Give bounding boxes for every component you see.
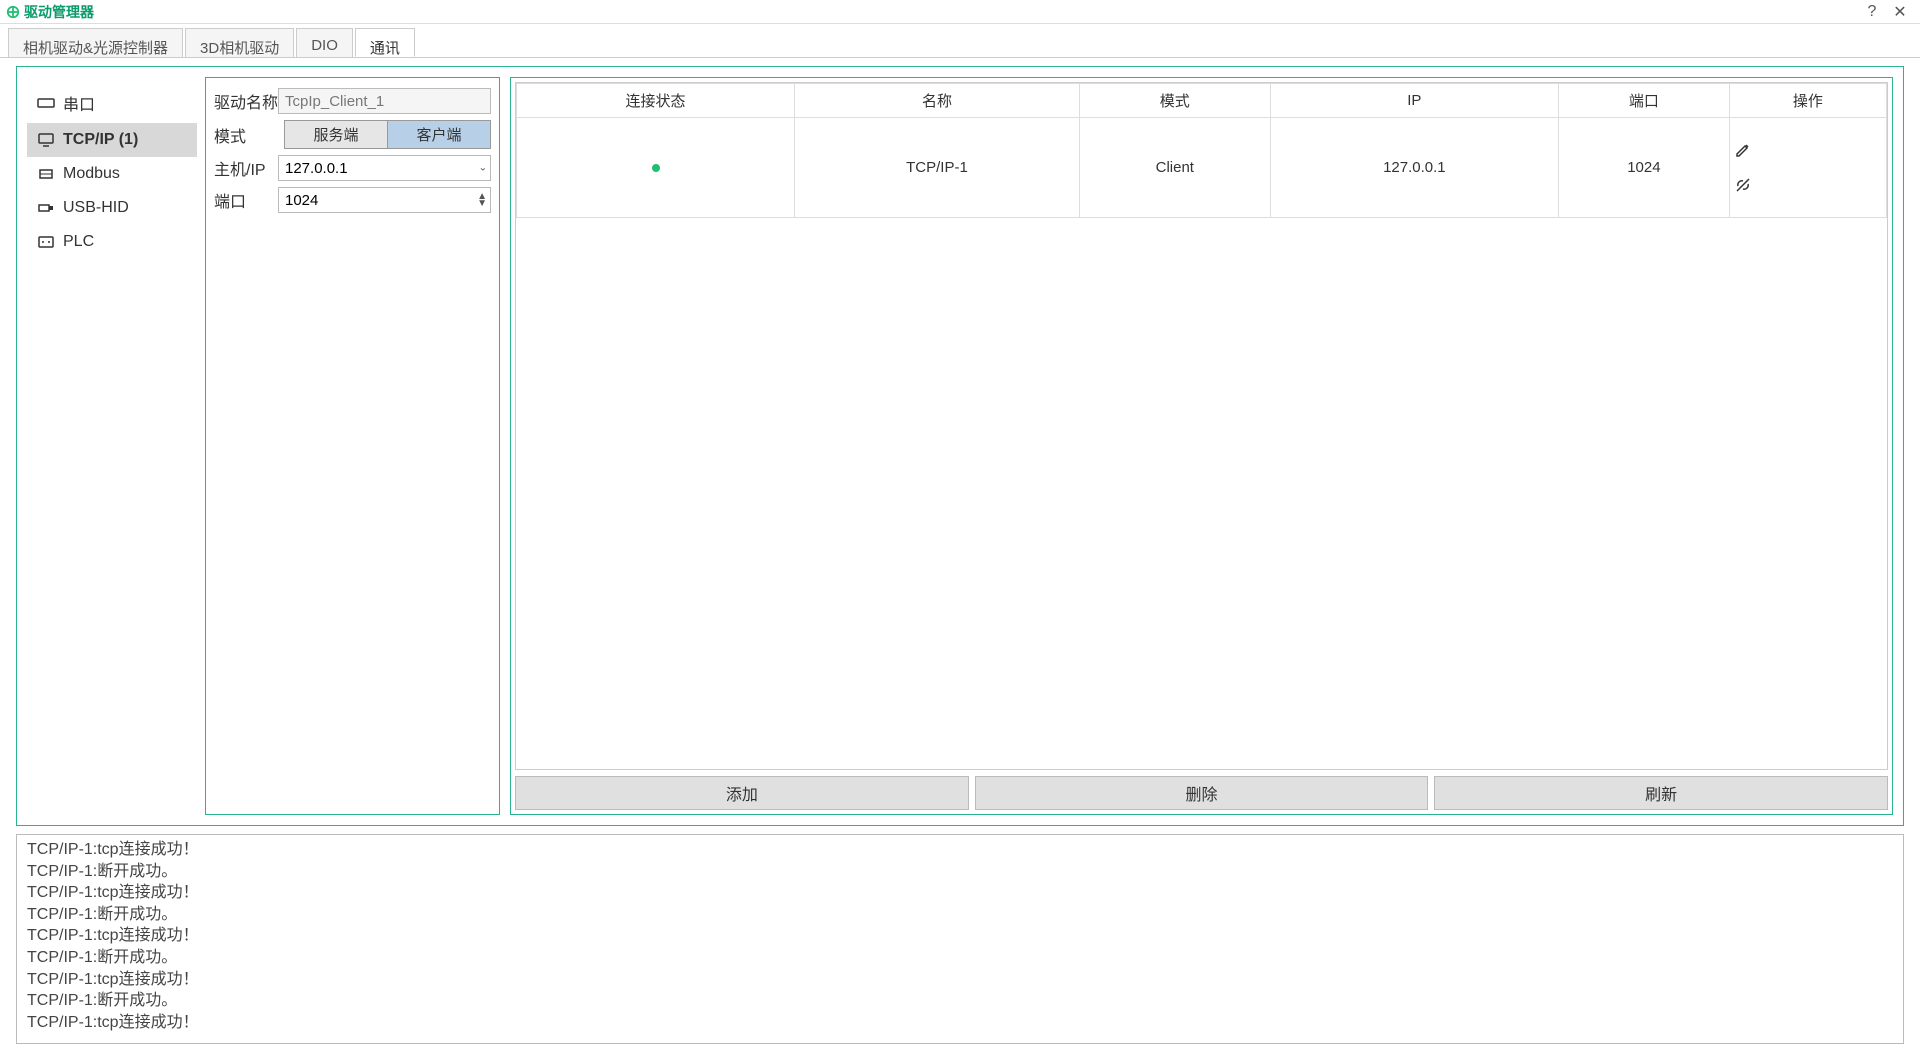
spinner-arrows-icon[interactable]: ▲▼ — [477, 193, 487, 207]
status-dot-icon — [652, 164, 660, 172]
cell-status — [517, 118, 795, 218]
close-button[interactable]: ✕ — [1886, 2, 1914, 22]
app-icon — [6, 5, 20, 19]
sidebar: 串口 TCP/IP (1) Modbus USB-HID — [27, 77, 197, 815]
title-bar: 驱动管理器 ? ✕ — [0, 0, 1920, 24]
serial-icon — [37, 96, 55, 110]
help-button[interactable]: ? — [1858, 3, 1886, 21]
log-line: TCP/IP-1:tcp连接成功！ — [27, 925, 1893, 947]
log-line: TCP/IP-1:断开成功。 — [27, 990, 1893, 1012]
col-name: 名称 — [795, 84, 1080, 118]
grid-header-row: 连接状态 名称 模式 IP 端口 操作 — [517, 84, 1887, 118]
host-label: 主机/IP — [214, 156, 278, 180]
tabs-strip: 相机驱动&光源控制器 3D相机驱动 DIO 通讯 — [0, 24, 1920, 58]
add-button[interactable]: 添加 — [515, 776, 969, 810]
log-line: TCP/IP-1:断开成功。 — [27, 947, 1893, 969]
log-line: TCP/IP-1:断开成功。 — [27, 904, 1893, 926]
col-status: 连接状态 — [517, 84, 795, 118]
mode-client-button[interactable]: 客户端 — [387, 121, 490, 148]
sidebar-item-label: 串口 — [63, 91, 95, 115]
main-frame: 串口 TCP/IP (1) Modbus USB-HID — [16, 66, 1904, 826]
mode-label: 模式 — [214, 123, 284, 147]
port-label: 端口 — [214, 188, 278, 212]
connection-grid: 连接状态 名称 模式 IP 端口 操作 TCP/IP-1 — [515, 82, 1888, 770]
network-icon — [37, 133, 55, 147]
host-select[interactable] — [278, 155, 491, 181]
sidebar-item-label: Modbus — [63, 165, 120, 183]
disconnect-icon[interactable] — [1734, 176, 1882, 194]
mode-server-button[interactable]: 服务端 — [285, 121, 387, 148]
sidebar-item-label: TCP/IP (1) — [63, 131, 138, 149]
table-row[interactable]: TCP/IP-1 Client 127.0.0.1 1024 — [517, 118, 1887, 218]
cell-ip: 127.0.0.1 — [1270, 118, 1558, 218]
driver-name-input[interactable] — [278, 88, 491, 114]
log-line: TCP/IP-1:tcp连接成功！ — [27, 969, 1893, 991]
sidebar-item-serial[interactable]: 串口 — [27, 83, 197, 123]
chevron-down-icon: ⌄ — [479, 163, 487, 174]
log-line: TCP/IP-1:断开成功。 — [27, 861, 1893, 883]
tab-communication[interactable]: 通讯 — [355, 28, 415, 57]
log-content[interactable]: TCP/IP-1:tcp连接成功！ TCP/IP-1:断开成功。 TCP/IP-… — [17, 835, 1903, 1043]
sidebar-item-label: PLC — [63, 233, 94, 251]
mode-toggle: 服务端 客户端 — [284, 120, 491, 149]
detail-panel: 驱动名称 模式 服务端 客户端 主机/IP ⌄ — [205, 77, 500, 815]
log-line: TCP/IP-1:tcp连接成功！ — [27, 1012, 1893, 1034]
modbus-icon — [37, 167, 55, 181]
edit-icon[interactable] — [1734, 141, 1882, 159]
driver-name-label: 驱动名称 — [214, 89, 278, 113]
delete-button[interactable]: 删除 — [975, 776, 1429, 810]
grid-button-row: 添加 删除 刷新 — [515, 776, 1888, 810]
col-port: 端口 — [1559, 84, 1730, 118]
sidebar-item-usbhid[interactable]: USB-HID — [27, 191, 197, 225]
sidebar-item-label: USB-HID — [63, 199, 129, 217]
col-ops: 操作 — [1729, 84, 1886, 118]
cell-port: 1024 — [1559, 118, 1730, 218]
log-line: TCP/IP-1:tcp连接成功！ — [27, 882, 1893, 904]
tab-3d-camera[interactable]: 3D相机驱动 — [185, 28, 294, 57]
cell-name: TCP/IP-1 — [795, 118, 1080, 218]
cell-mode: Client — [1079, 118, 1270, 218]
port-spinner[interactable] — [278, 187, 491, 213]
table-panel: 连接状态 名称 模式 IP 端口 操作 TCP/IP-1 — [510, 77, 1893, 815]
cell-ops — [1729, 118, 1886, 218]
sidebar-item-plc[interactable]: PLC — [27, 225, 197, 259]
col-ip: IP — [1270, 84, 1558, 118]
window-title: 驱动管理器 — [24, 2, 94, 22]
tab-dio[interactable]: DIO — [296, 28, 353, 57]
tab-camera-light[interactable]: 相机驱动&光源控制器 — [8, 28, 183, 57]
usb-icon — [37, 201, 55, 215]
log-line: TCP/IP-1:tcp连接成功！ — [27, 839, 1893, 861]
refresh-button[interactable]: 刷新 — [1434, 776, 1888, 810]
plc-icon — [37, 235, 55, 249]
sidebar-item-modbus[interactable]: Modbus — [27, 157, 197, 191]
log-panel: TCP/IP-1:tcp连接成功！ TCP/IP-1:断开成功。 TCP/IP-… — [16, 834, 1904, 1044]
sidebar-item-tcpip[interactable]: TCP/IP (1) — [27, 123, 197, 157]
col-mode: 模式 — [1079, 84, 1270, 118]
